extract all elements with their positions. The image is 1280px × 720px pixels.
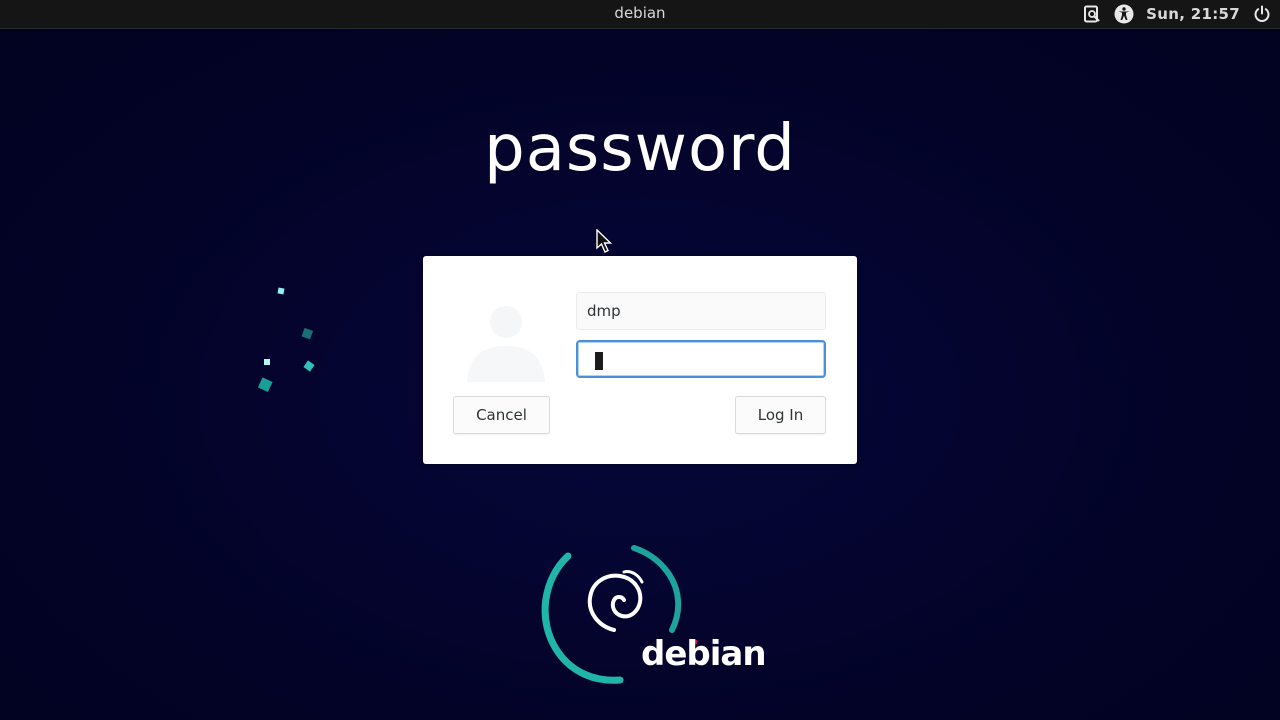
- debian-wordmark: debian: [641, 634, 767, 674]
- mouse-cursor-icon: [596, 229, 613, 253]
- login-button[interactable]: Log In: [735, 396, 826, 434]
- text-caret: [595, 352, 603, 370]
- username-field: dmp: [576, 292, 826, 330]
- prompt-heading: password: [484, 112, 796, 186]
- user-avatar-icon: [467, 306, 545, 382]
- hostname-label: debian: [614, 4, 666, 22]
- screen-reader-icon[interactable]: [1082, 4, 1102, 24]
- login-dialog: dmp Cancel Log In: [423, 256, 857, 464]
- top-bar: debian Sun, 21:57: [0, 0, 1280, 29]
- cancel-button[interactable]: Cancel: [453, 396, 550, 434]
- debian-logo: debian: [538, 542, 767, 686]
- clock[interactable]: Sun, 21:57: [1146, 5, 1240, 23]
- accessibility-icon[interactable]: [1114, 4, 1134, 24]
- loading-spinner-icon: [257, 287, 315, 392]
- status-area[interactable]: Sun, 21:57: [1082, 0, 1272, 28]
- login-screen: debian Sun, 21:57 password dmp Cancel Lo…: [0, 0, 1280, 720]
- power-icon[interactable]: [1252, 4, 1272, 24]
- password-input[interactable]: [576, 340, 826, 378]
